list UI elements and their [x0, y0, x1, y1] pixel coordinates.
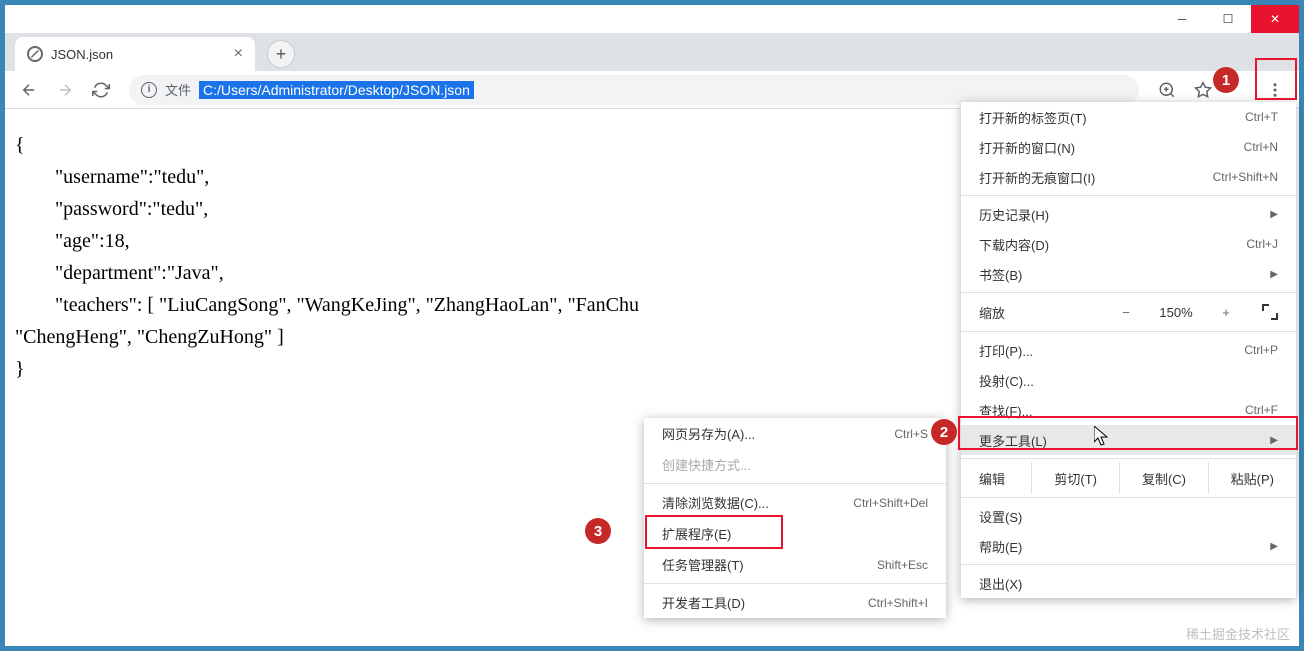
tab-title: JSON.json	[51, 47, 226, 62]
submenu-dev-tools[interactable]: 开发者工具(D)Ctrl+Shift+I	[644, 587, 946, 618]
menu-history[interactable]: 历史记录(H)▶	[961, 199, 1296, 229]
menu-downloads[interactable]: 下载内容(D)Ctrl+J	[961, 229, 1296, 259]
menu-exit[interactable]: 退出(X)	[961, 568, 1296, 598]
annotation-box-2	[958, 416, 1298, 450]
tab-strip: JSON.json × +	[5, 33, 1299, 71]
menu-print[interactable]: 打印(P)...Ctrl+P	[961, 335, 1296, 365]
zoom-out-button[interactable]: −	[1116, 305, 1136, 320]
minimize-button[interactable]: ─	[1159, 5, 1205, 33]
address-bar[interactable]: i 文件 C:/Users/Administrator/Desktop/JSON…	[129, 75, 1139, 105]
submenu-save-as[interactable]: 网页另存为(A)...Ctrl+S	[644, 418, 946, 449]
watermark-text: 稀土掘金技术社区	[1186, 624, 1290, 643]
maximize-button[interactable]: ☐	[1205, 5, 1251, 33]
menu-cut[interactable]: 剪切(T)	[1031, 462, 1119, 494]
chrome-main-menu: 打开新的标签页(T)Ctrl+T 打开新的窗口(N)Ctrl+N 打开新的无痕窗…	[961, 102, 1296, 598]
submenu-clear-data[interactable]: 清除浏览数据(C)...Ctrl+Shift+Del	[644, 487, 946, 518]
menu-new-tab[interactable]: 打开新的标签页(T)Ctrl+T	[961, 102, 1296, 132]
submenu-task-manager[interactable]: 任务管理器(T)Shift+Esc	[644, 549, 946, 580]
annotation-badge-2: 2	[931, 419, 957, 445]
menu-help[interactable]: 帮助(E)▶	[961, 531, 1296, 561]
menu-zoom-row: 缩放 − 150% +	[961, 296, 1296, 328]
window-titlebar: ─ ☐ ✕	[5, 5, 1299, 33]
new-tab-button[interactable]: +	[267, 40, 295, 68]
menu-cast[interactable]: 投射(C)...	[961, 365, 1296, 395]
annotation-badge-1: 1	[1213, 67, 1239, 93]
annotation-box-3	[645, 515, 783, 549]
menu-paste[interactable]: 粘贴(P)	[1208, 462, 1296, 494]
zoom-indicator-icon[interactable]	[1151, 74, 1183, 106]
close-tab-icon[interactable]: ×	[234, 45, 243, 63]
forward-button[interactable]	[49, 74, 81, 106]
menu-incognito[interactable]: 打开新的无痕窗口(I)Ctrl+Shift+N	[961, 162, 1296, 192]
url-scheme-label: 文件	[165, 80, 191, 99]
menu-new-window[interactable]: 打开新的窗口(N)Ctrl+N	[961, 132, 1296, 162]
close-window-button[interactable]: ✕	[1251, 5, 1299, 33]
url-text: C:/Users/Administrator/Desktop/JSON.json	[199, 81, 474, 99]
zoom-in-button[interactable]: +	[1216, 305, 1236, 320]
menu-settings[interactable]: 设置(S)	[961, 501, 1296, 531]
annotation-box-1	[1255, 58, 1297, 100]
info-icon[interactable]: i	[141, 82, 157, 98]
zoom-value: 150%	[1154, 305, 1198, 320]
cursor-icon	[1094, 426, 1112, 448]
submenu-create-shortcut: 创建快捷方式...	[644, 449, 946, 480]
menu-copy[interactable]: 复制(C)	[1119, 462, 1207, 494]
browser-tab[interactable]: JSON.json ×	[15, 37, 255, 71]
back-button[interactable]	[13, 74, 45, 106]
annotation-badge-3: 3	[585, 518, 611, 544]
menu-bookmarks[interactable]: 书签(B)▶	[961, 259, 1296, 289]
menu-edit-row: 编辑 剪切(T) 复制(C) 粘贴(P)	[961, 462, 1296, 494]
globe-icon	[27, 46, 43, 62]
reload-button[interactable]	[85, 74, 117, 106]
fullscreen-icon[interactable]	[1262, 304, 1278, 320]
